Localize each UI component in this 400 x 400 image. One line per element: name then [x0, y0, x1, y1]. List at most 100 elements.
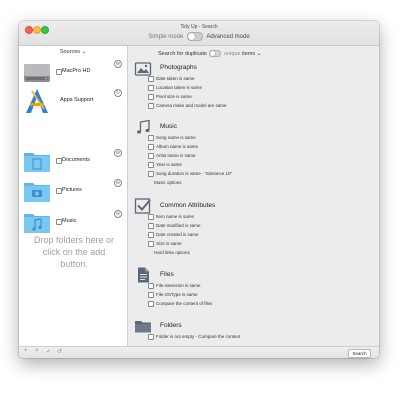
option-camera-make-model[interactable]: Camera make and model are same	[148, 103, 227, 109]
option-label: Year is same	[156, 162, 182, 168]
option-checkbox[interactable]	[148, 153, 154, 159]
source-label: MacPro HD	[62, 68, 91, 74]
hard-drive-icon	[24, 64, 50, 82]
drop-folders-hint: Drop folders here or click on the add bu…	[33, 235, 115, 269]
option-checkbox[interactable]	[148, 135, 154, 141]
option-date-created[interactable]: Date created is same	[148, 232, 199, 238]
source-item-macpro-hd[interactable]: MacPro HD ⊖	[22, 58, 126, 86]
checkmark-icon[interactable]: ✓	[46, 348, 51, 355]
option-checkbox[interactable]	[148, 283, 154, 289]
option-label: Album name is same	[156, 144, 199, 150]
source-label: Apps Support	[60, 97, 94, 103]
sources-header[interactable]: Sources ⌄	[19, 49, 127, 55]
option-label: Compare the content of files	[156, 301, 213, 307]
option-label: Song duration is same - Tolerance 10"	[156, 171, 233, 177]
option-checkbox[interactable]	[148, 85, 154, 91]
option-checkbox[interactable]	[148, 292, 154, 298]
remove-source-icon[interactable]: ⊖	[114, 149, 122, 157]
source-item-music[interactable]: Music ⊖	[22, 208, 126, 236]
option-checkbox[interactable]	[148, 103, 154, 109]
section-title-folders: Folders	[160, 322, 182, 329]
music-options-link[interactable]: Music options	[154, 180, 182, 185]
option-label: Date created is same	[156, 232, 199, 238]
advanced-mode-label[interactable]: Advanced mode	[206, 34, 249, 40]
option-label: Song name is same	[156, 135, 196, 141]
option-pixel-size[interactable]: Pixel size is same	[148, 94, 192, 100]
unique-label: unique	[223, 50, 241, 57]
remove-source-icon[interactable]: ⊖	[114, 210, 122, 218]
source-label: Pictures	[62, 187, 82, 193]
option-label: Item name is same	[156, 214, 195, 220]
pictures-folder-icon	[24, 183, 50, 202]
option-checkbox[interactable]	[148, 76, 154, 82]
option-label: Date modified is same	[156, 223, 201, 229]
duplicate-unique-toggle[interactable]	[209, 50, 222, 57]
option-date-taken[interactable]: Date taken is same	[148, 76, 195, 82]
items-label: items	[242, 50, 256, 57]
remove-source-icon[interactable]: ×	[35, 348, 39, 354]
option-label: Folder is not empty - Compare the conten…	[156, 334, 241, 340]
hard-links-options-link[interactable]: Hard links options	[154, 250, 190, 255]
option-location-taken[interactable]: Location taken is same	[148, 85, 202, 91]
source-item-pictures[interactable]: Pictures ⊖	[22, 177, 126, 205]
simple-mode-label[interactable]: Simple mode	[148, 34, 183, 40]
option-checkbox[interactable]	[148, 162, 154, 168]
search-for-label: Search for duplicate	[158, 50, 207, 57]
option-checkbox[interactable]	[148, 334, 154, 340]
option-checkbox[interactable]	[148, 232, 154, 238]
option-album-name[interactable]: Album name is same	[148, 144, 198, 150]
option-item-name[interactable]: Item name is same	[148, 214, 194, 220]
option-label: Camera make and model are same	[156, 103, 227, 109]
add-source-icon[interactable]: +	[24, 348, 28, 354]
search-mode-row: Search for duplicate unique items ⌄	[158, 50, 261, 57]
mode-switcher: Simple mode Advanced mode	[19, 32, 379, 41]
option-year[interactable]: Year is same	[148, 162, 182, 168]
sources-sidebar: Sources ⌄ MacPro HD ⊖ Apps Support ↻ Doc…	[19, 46, 128, 346]
option-folder-not-empty[interactable]: Folder is not empty - Compare the conten…	[148, 334, 240, 340]
folder-icon	[135, 321, 151, 333]
option-label: Location taken is same	[156, 85, 203, 91]
option-checkbox[interactable]	[148, 94, 154, 100]
music-note-icon	[137, 119, 150, 134]
bottom-toolbar: + × ✓ ↺ Search	[19, 346, 379, 358]
section-title-common-attributes: Common Attributes	[160, 202, 216, 209]
option-checkbox[interactable]	[148, 223, 154, 229]
option-compare-content[interactable]: Compare the content of files	[148, 301, 212, 307]
option-file-ostype[interactable]: File OSType is same	[148, 292, 198, 298]
option-checkbox[interactable]	[148, 241, 154, 247]
source-item-apps-support[interactable]: Apps Support ↻	[22, 87, 126, 115]
reset-icon[interactable]: ↺	[57, 348, 62, 355]
option-label: Artist name is same	[156, 153, 196, 159]
option-checkbox[interactable]	[148, 301, 154, 307]
mode-toggle[interactable]	[186, 32, 203, 41]
section-title-files: Files	[160, 271, 174, 278]
music-folder-icon	[24, 214, 50, 233]
source-item-documents[interactable]: Documents ⊖	[22, 147, 126, 175]
option-song-name[interactable]: Song name is same	[148, 135, 196, 141]
section-title-photographs: Photographs	[160, 64, 197, 71]
section-title-music: Music	[160, 123, 177, 130]
option-size[interactable]: Size is same	[148, 241, 182, 247]
search-button[interactable]: Search	[348, 349, 371, 358]
option-label: File extension is same	[156, 283, 201, 289]
mode-toggle-knob	[187, 33, 195, 40]
applications-folder-icon	[26, 89, 48, 113]
option-artist-name[interactable]: Artist name is same	[148, 153, 196, 159]
refresh-source-icon[interactable]: ↻	[114, 89, 122, 97]
option-label: File OSType is same	[156, 292, 198, 298]
app-window: Tidy Up - Search Simple mode Advanced mo…	[19, 21, 379, 358]
remove-source-icon[interactable]: ⊖	[114, 60, 122, 68]
window-title: Tidy Up - Search	[180, 24, 218, 30]
option-file-extension[interactable]: File extension is same	[148, 283, 201, 289]
option-label: Date taken is same	[156, 76, 195, 82]
document-icon	[138, 267, 149, 283]
option-date-modified[interactable]: Date modified is same	[148, 223, 201, 229]
chevron-down-icon: ⌄	[81, 49, 87, 55]
option-song-duration[interactable]: Song duration is same - Tolerance 10"	[148, 171, 232, 177]
remove-source-icon[interactable]: ⊖	[114, 179, 122, 187]
items-dropdown[interactable]: items ⌄	[242, 51, 261, 57]
option-checkbox[interactable]	[148, 171, 154, 177]
title-bar: Tidy Up - Search Simple mode Advanced mo…	[19, 21, 379, 46]
option-checkbox[interactable]	[148, 214, 154, 220]
option-checkbox[interactable]	[148, 144, 154, 150]
